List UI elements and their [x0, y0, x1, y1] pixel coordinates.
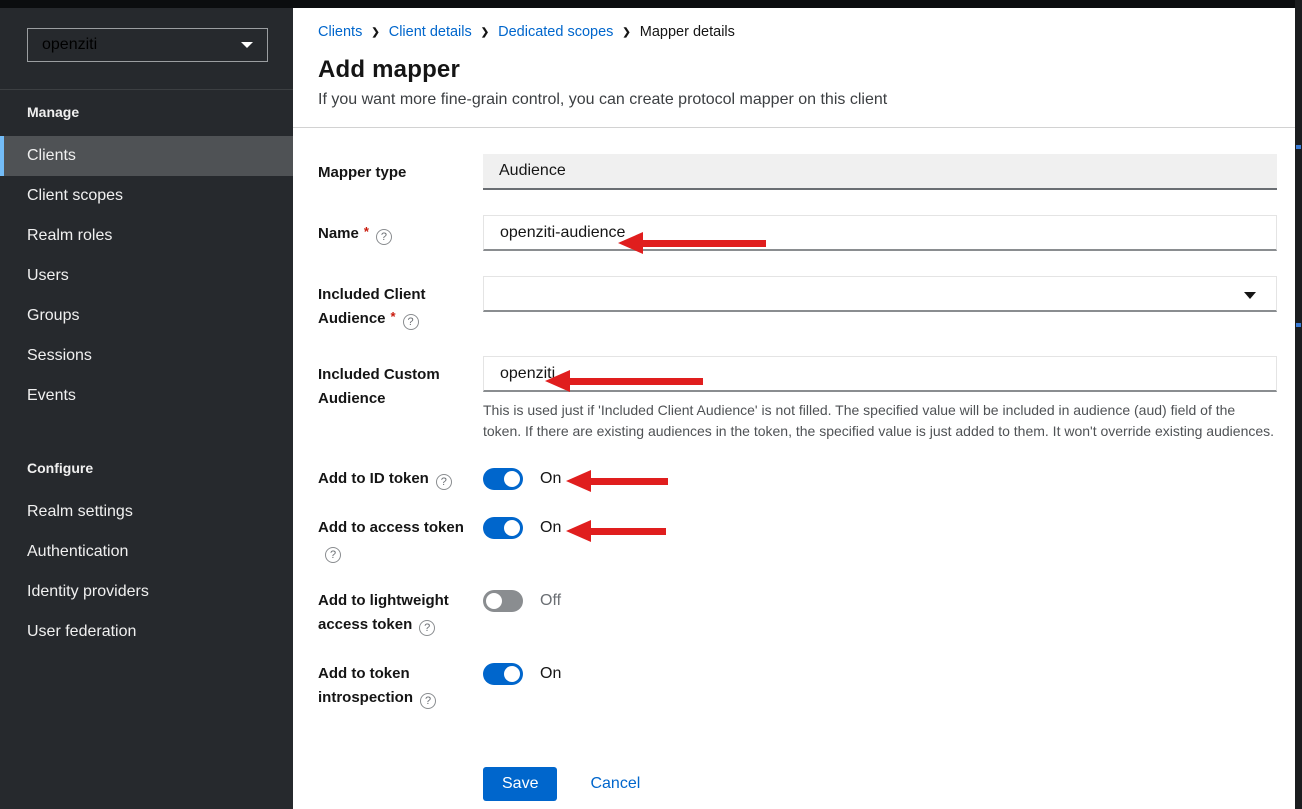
sidebar-item-groups[interactable]: Groups [0, 296, 293, 336]
sidebar-item-client-scopes[interactable]: Client scopes [0, 176, 293, 216]
add-to-token-introspection-label: Add to token introspection [318, 662, 483, 710]
sidebar-item-clients[interactable]: Clients [0, 136, 293, 176]
add-to-lightweight-access-token-state: Off [540, 592, 561, 610]
save-button[interactable]: Save [483, 767, 557, 801]
add-to-lightweight-access-token-label: Add to lightweight access token [318, 589, 483, 637]
sidebar-item-user-federation[interactable]: User federation [0, 612, 293, 652]
sidebar-item-users[interactable]: Users [0, 256, 293, 296]
add-to-token-introspection-toggle[interactable] [483, 663, 523, 685]
realm-name: openziti [42, 36, 97, 54]
nav-section-configure: Configure Realm settings Authentication … [0, 446, 293, 652]
scrollbar-mark [1296, 145, 1301, 149]
form-row-add-to-id-token: Add to ID token On [318, 467, 1277, 491]
cancel-link[interactable]: Cancel [590, 775, 640, 793]
sidebar: openziti Manage Clients Client scopes Re… [0, 8, 293, 809]
chevron-down-icon [1244, 292, 1256, 299]
realm-selector[interactable]: openziti [27, 28, 268, 62]
help-icon[interactable] [420, 693, 436, 709]
add-to-access-token-toggle[interactable] [483, 517, 523, 539]
breadcrumb-dedicated-scopes[interactable]: Dedicated scopes [498, 24, 613, 40]
breadcrumb-mapper-details: Mapper details [640, 24, 735, 40]
add-to-access-token-label: Add to access token [318, 516, 483, 564]
sidebar-item-sessions[interactable]: Sessions [0, 336, 293, 376]
chevron-right-icon: ❯ [622, 27, 630, 38]
breadcrumb-clients[interactable]: Clients [318, 24, 362, 40]
masthead-bar [0, 0, 1302, 8]
add-to-id-token-label: Add to ID token [318, 467, 483, 491]
add-to-lightweight-access-token-toggle[interactable] [483, 590, 523, 612]
sidebar-item-realm-roles[interactable]: Realm roles [0, 216, 293, 256]
nav-section-title-configure: Configure [0, 446, 293, 476]
add-to-id-token-toggle[interactable] [483, 468, 523, 490]
form-row-add-to-access-token: Add to access token On [318, 516, 1277, 564]
help-icon[interactable] [436, 474, 452, 490]
sidebar-item-identity-providers[interactable]: Identity providers [0, 572, 293, 612]
included-client-audience-select[interactable] [483, 276, 1277, 312]
help-icon[interactable] [376, 229, 392, 245]
mapper-form: Mapper type Audience Name* Included Clie… [293, 128, 1302, 801]
name-input[interactable] [483, 215, 1277, 251]
nav-section-title-manage: Manage [0, 90, 293, 120]
vertical-scrollbar[interactable] [1295, 0, 1302, 809]
sidebar-item-authentication[interactable]: Authentication [0, 532, 293, 572]
add-to-access-token-state: On [540, 519, 561, 537]
help-icon[interactable] [403, 314, 419, 330]
form-row-name: Name* [318, 215, 1277, 251]
help-icon[interactable] [419, 620, 435, 636]
keycloak-admin-console: openziti Manage Clients Client scopes Re… [0, 0, 1302, 809]
included-custom-audience-help-text: This is used just if 'Included Client Au… [483, 400, 1277, 442]
form-row-included-custom-audience: Included Custom Audience This is used ju… [318, 356, 1277, 442]
help-icon[interactable] [325, 547, 341, 563]
realm-selector-area: openziti [0, 8, 293, 90]
form-actions: Save Cancel [483, 767, 1277, 801]
breadcrumb-client-details[interactable]: Client details [389, 24, 472, 40]
page-header: Clients ❯ Client details ❯ Dedicated sco… [293, 8, 1302, 128]
scrollbar-mark [1296, 323, 1301, 327]
name-label: Name* [318, 215, 483, 246]
sidebar-item-realm-settings[interactable]: Realm settings [0, 492, 293, 532]
mapper-type-label: Mapper type [318, 154, 483, 185]
chevron-right-icon: ❯ [481, 27, 489, 38]
breadcrumb: Clients ❯ Client details ❯ Dedicated sco… [318, 24, 1270, 40]
toggle-knob [486, 593, 502, 609]
form-row-add-to-token-introspection: Add to token introspection On [318, 662, 1277, 710]
page-title: Add mapper [318, 56, 1270, 84]
required-asterisk: * [364, 224, 369, 239]
form-row-add-to-lightweight-access-token: Add to lightweight access token Off [318, 589, 1277, 637]
add-to-token-introspection-state: On [540, 665, 561, 683]
mapper-type-value: Audience [483, 154, 1277, 190]
form-row-mapper-type: Mapper type Audience [318, 154, 1277, 190]
included-client-audience-label: Included Client Audience* [318, 276, 483, 331]
chevron-right-icon: ❯ [371, 27, 379, 38]
required-asterisk: * [391, 309, 396, 324]
included-custom-audience-input[interactable] [483, 356, 1277, 392]
included-custom-audience-label: Included Custom Audience [318, 356, 483, 411]
sidebar-item-events[interactable]: Events [0, 376, 293, 416]
add-to-id-token-state: On [540, 470, 561, 488]
page-subtitle: If you want more fine-grain control, you… [318, 91, 1270, 109]
main-content: Clients ❯ Client details ❯ Dedicated sco… [293, 8, 1302, 809]
toggle-knob [504, 666, 520, 682]
form-row-included-client-audience: Included Client Audience* [318, 276, 1277, 331]
toggle-knob [504, 471, 520, 487]
nav-section-manage: Manage Clients Client scopes Realm roles… [0, 90, 293, 416]
toggle-knob [504, 520, 520, 536]
chevron-down-icon [241, 42, 253, 48]
